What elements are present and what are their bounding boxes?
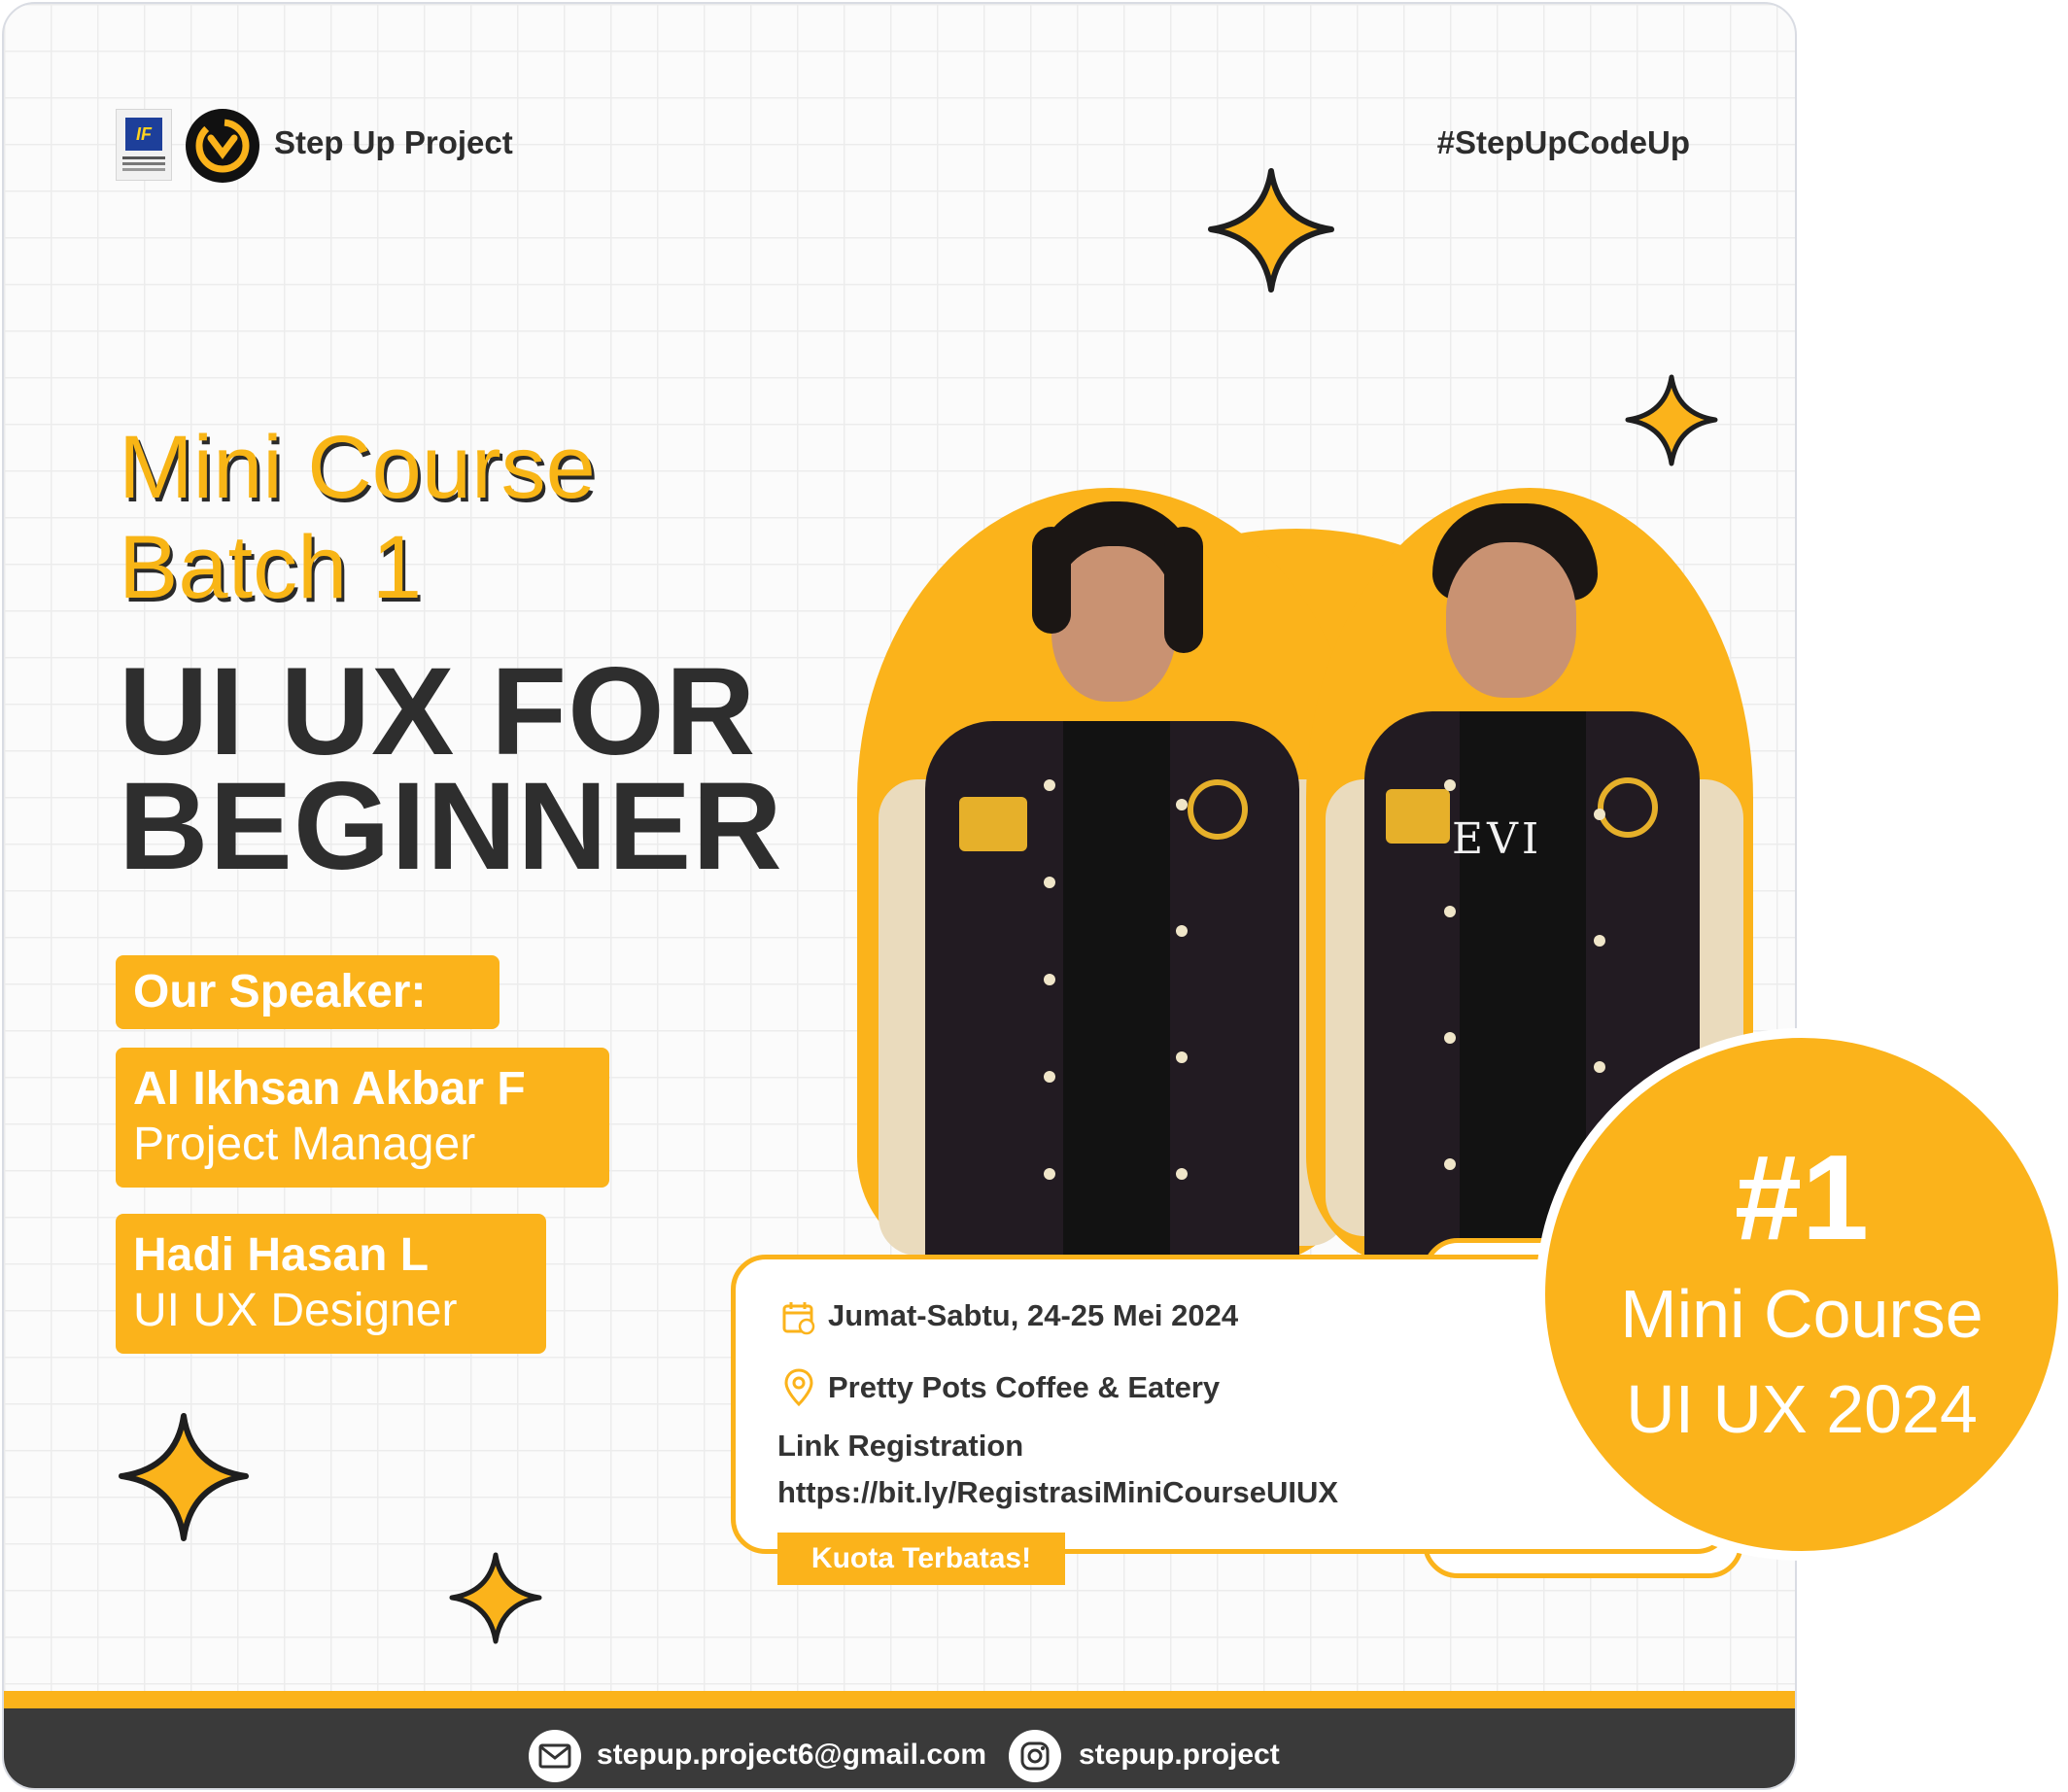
footer-email[interactable]: stepup.project6@gmail.com (597, 1739, 986, 1772)
mail-icon (529, 1730, 581, 1782)
badge-line-2: UI UX 2024 (1626, 1371, 1978, 1447)
jacket-print: EVI (1452, 814, 1543, 864)
title-line-2: BEGINNER (119, 757, 783, 896)
quota-badge: Kuota Terbatas! (777, 1533, 1065, 1585)
speaker-name: Hadi Hasan L (133, 1229, 430, 1281)
sparkle-icon (119, 1413, 249, 1541)
instagram-icon (1009, 1730, 1061, 1782)
headline-batch: Batch 1 (119, 518, 422, 617)
sparkle-icon (1208, 168, 1334, 293)
rank-badge: #1 Mini Course UI UX 2024 (1535, 1028, 2068, 1561)
speaker-card: Al Ikhsan Akbar F Project Manager (116, 1048, 609, 1188)
footer-instagram[interactable]: stepup.project (1079, 1739, 1280, 1772)
speaker-card: Hadi Hasan L UI UX Designer (116, 1214, 546, 1354)
event-date: Jumat-Sabtu, 24-25 Mei 2024 (828, 1298, 1239, 1332)
sparkle-icon (449, 1552, 542, 1644)
event-location: Pretty Pots Coffee & Eatery (828, 1370, 1221, 1404)
hashtag: #StepUpCodeUp (1436, 124, 1690, 160)
speaker-photo-1 (857, 488, 1362, 1265)
speaker-heading: Our Speaker: (116, 955, 500, 1029)
badge-number: #1 (1735, 1131, 1869, 1265)
event-poster: IF Step Up Project #StepUpCodeUp Mini Co… (2, 2, 1797, 1790)
registration-label: Link Registration (777, 1429, 1024, 1463)
calendar-icon (782, 1302, 815, 1335)
registration-link[interactable]: https://bit.ly/RegistrasiMiniCourseUIUX (777, 1475, 1338, 1510)
sparkle-icon (1625, 374, 1718, 466)
headline-mini-course: Mini Course (119, 418, 596, 517)
brand-name: Step Up Project (274, 124, 513, 160)
speaker-name: Al Ikhsan Akbar F (133, 1063, 526, 1115)
speaker-role: UI UX Designer (133, 1285, 458, 1336)
title-line-1: UI UX FOR (119, 642, 757, 781)
step-up-logo (186, 109, 259, 183)
speaker-role: Project Manager (133, 1119, 476, 1170)
badge-line-1: Mini Course (1620, 1276, 1983, 1352)
footer-stripe (4, 1691, 1795, 1708)
university-logo: IF (116, 109, 172, 181)
location-pin-icon (784, 1368, 813, 1407)
